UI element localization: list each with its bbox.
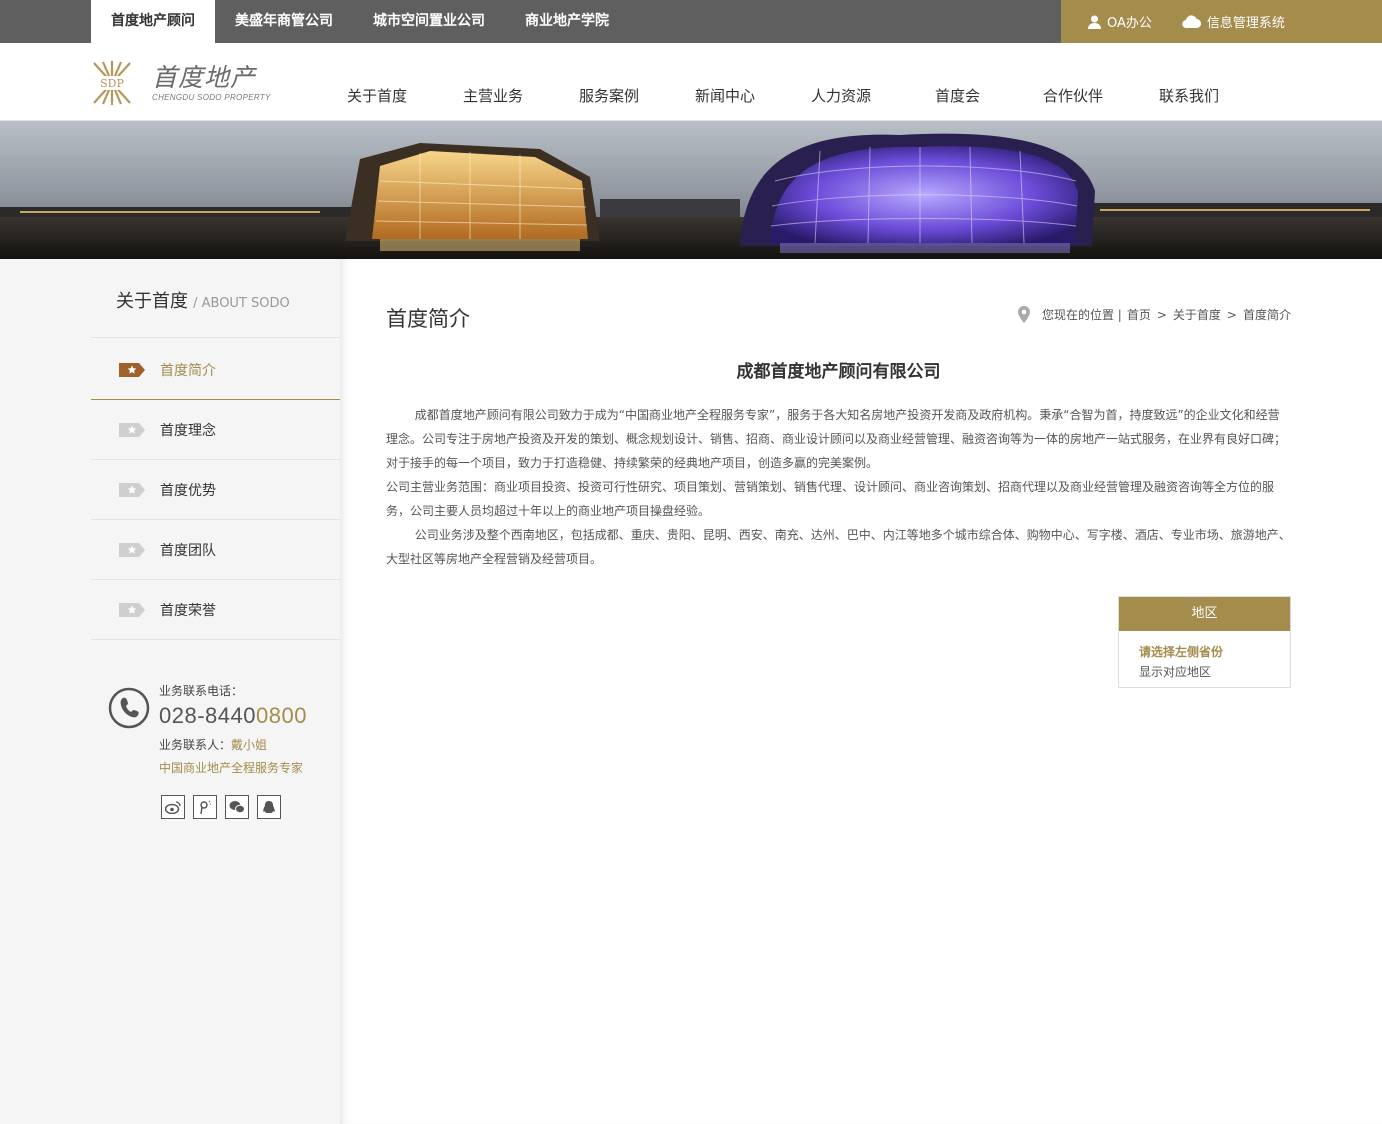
page-title: 首度简介 — [386, 307, 470, 331]
sidebar-item-honor[interactable]: 首度荣誉 — [91, 580, 340, 640]
sidebar-divider — [91, 337, 340, 338]
location-pin-icon — [1017, 306, 1030, 323]
oa-label: OA办公 — [1107, 16, 1152, 31]
article-paragraph: 公司主营业务范围：商业项目投资、投资可行性研究、项目策划、营销策划、销售代理、设… — [386, 480, 1275, 518]
region-hint-secondary: 显示对应地区 — [1139, 665, 1212, 679]
tencent-weibo-icon — [200, 800, 211, 815]
sidebar-item-concept[interactable]: 首度理念 — [91, 400, 340, 460]
sidebar: 关于首度 / ABOUT SODO 首度简介 首度理念 首度优势 首度团队 首度… — [0, 259, 340, 1124]
weibo-icon — [165, 801, 181, 814]
qq-icon — [263, 800, 275, 813]
sidebar-item-label: 首度理念 — [160, 422, 216, 439]
star-tag-icon — [119, 422, 145, 437]
breadcrumb: 您现在的位置 | 首页 > 关于首度 > 首度简介 — [1017, 306, 1291, 323]
nav-contact[interactable]: 联系我们 — [1159, 85, 1219, 106]
top-bar: 首度地产顾问 美盛年商管公司 城市空间置业公司 商业地产学院 OA办公 信息管理… — [0, 0, 1382, 43]
sidebar-menu: 首度简介 首度理念 首度优势 首度团队 首度荣誉 — [91, 340, 340, 640]
tab-sodo-consulting[interactable]: 首度地产顾问 — [91, 0, 215, 43]
region-hint-primary: 请选择左侧省份 — [1139, 645, 1224, 659]
tab-city-space[interactable]: 城市空间置业公司 — [353, 0, 505, 43]
breadcrumb-home[interactable]: 首页 — [1127, 306, 1151, 323]
breadcrumb-about[interactable]: 关于首度 — [1173, 306, 1221, 323]
wechat-button[interactable] — [225, 795, 249, 819]
nav-about[interactable]: 关于首度 — [347, 85, 407, 106]
main-nav: 关于首度 主营业务 服务案例 新闻中心 人力资源 首度会 合作伙伴 联系我们 — [0, 43, 1382, 121]
article-paragraph: 成都首度地产顾问有限公司致力于成为“中国商业地产全程服务专家”，服务于各大知名房… — [386, 408, 1287, 470]
cloud-icon — [1182, 15, 1201, 28]
oa-link[interactable]: OA办公 — [1088, 12, 1152, 31]
banner-image — [0, 121, 1382, 259]
breadcrumb-separator: > — [1226, 307, 1237, 322]
nav-cases[interactable]: 服务案例 — [579, 85, 639, 106]
nav-partners[interactable]: 合作伙伴 — [1043, 85, 1103, 106]
hero-banner — [0, 121, 1382, 259]
phone-label: 业务联系电话： — [159, 684, 244, 698]
sidebar-title-cn: 关于首度 — [116, 291, 188, 312]
nav-news[interactable]: 新闻中心 — [695, 85, 755, 106]
sidebar-item-label: 首度团队 — [160, 542, 216, 559]
nav-club[interactable]: 首度会 — [935, 85, 980, 106]
phone-number: 028-84400800 — [159, 703, 307, 728]
breadcrumb-prefix: 您现在的位置 | — [1041, 308, 1122, 322]
sidebar-item-label: 首度荣誉 — [160, 602, 216, 619]
nav-hr[interactable]: 人力资源 — [811, 85, 871, 106]
main-content: 首度简介 您现在的位置 | 首页 > 关于首度 > 首度简介 成都首度地产顾问有… — [340, 259, 1382, 1124]
sidebar-item-label: 首度简介 — [160, 362, 216, 379]
wechat-icon — [229, 801, 245, 814]
tab-academy[interactable]: 商业地产学院 — [505, 0, 629, 43]
info-system-label: 信息管理系统 — [1206, 16, 1285, 31]
sidebar-item-advantage[interactable]: 首度优势 — [91, 460, 340, 520]
nav-business[interactable]: 主营业务 — [463, 85, 523, 106]
tencent-weibo-button[interactable] — [193, 795, 217, 819]
qq-button[interactable] — [257, 795, 281, 819]
breadcrumb-separator: > — [1156, 307, 1167, 322]
star-tag-icon — [119, 542, 145, 557]
article-body: 成都首度地产顾问有限公司致力于成为“中国商业地产全程服务专家”，服务于各大知名房… — [386, 403, 1291, 571]
weibo-button[interactable] — [161, 795, 185, 819]
region-box: 地区 请选择左侧省份 显示对应地区 — [1118, 596, 1291, 688]
tab-meishengnian[interactable]: 美盛年商管公司 — [215, 0, 353, 43]
region-header: 地区 — [1119, 597, 1290, 631]
sidebar-item-intro[interactable]: 首度简介 — [91, 340, 340, 400]
top-tabs: 首度地产顾问 美盛年商管公司 城市空间置业公司 商业地产学院 — [91, 0, 629, 43]
user-icon — [1088, 15, 1101, 29]
sidebar-title-en: / ABOUT SODO — [193, 296, 290, 311]
contact-person: 业务联系人：戴小姐 — [159, 738, 268, 752]
breadcrumb-current[interactable]: 首度简介 — [1243, 306, 1291, 323]
star-tag-icon — [119, 482, 145, 497]
phone-icon — [108, 687, 150, 729]
info-system-link[interactable]: 信息管理系统 — [1182, 12, 1285, 31]
star-tag-icon — [119, 362, 145, 377]
social-links — [161, 795, 289, 819]
slogan: 中国商业地产全程服务专家 — [159, 761, 304, 775]
article-title: 成都首度地产顾问有限公司 — [736, 362, 941, 382]
top-right-links: OA办公 信息管理系统 — [1061, 0, 1382, 43]
sidebar-item-label: 首度优势 — [160, 482, 216, 499]
star-tag-icon — [119, 602, 145, 617]
sidebar-title: 关于首度 / ABOUT SODO — [116, 287, 290, 313]
header: SDP 首度地产 CHENGDU SODO PROPERTY 关于首度 主营业务… — [0, 43, 1382, 121]
sidebar-item-team[interactable]: 首度团队 — [91, 520, 340, 580]
article-paragraph: 公司业务涉及整个西南地区，包括成都、重庆、贵阳、昆明、西安、南充、达州、巴中、内… — [386, 528, 1291, 566]
